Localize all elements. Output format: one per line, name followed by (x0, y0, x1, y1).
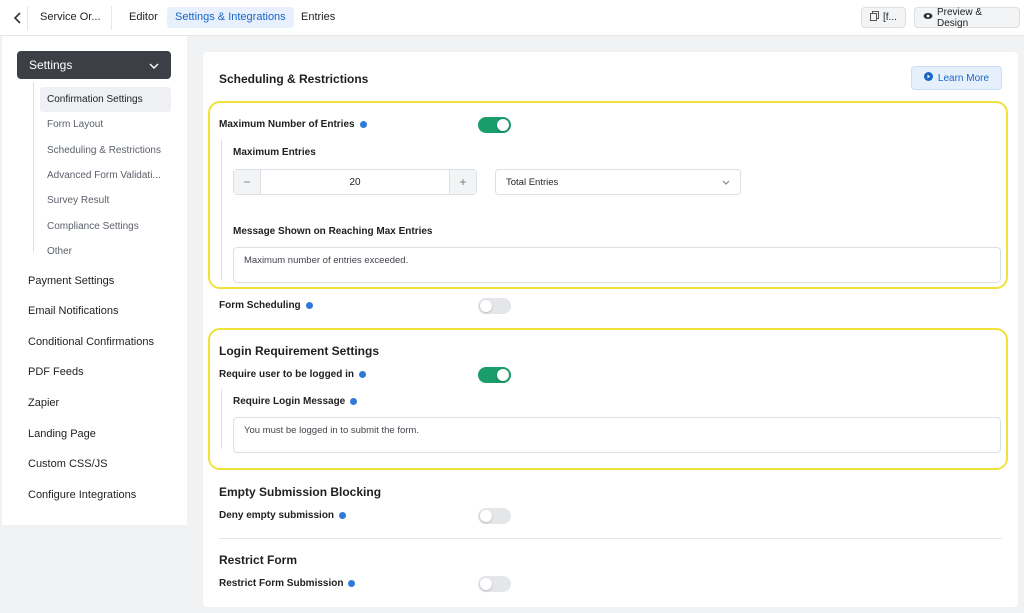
sidebar-item-payment-settings[interactable]: Payment Settings (28, 275, 114, 287)
empty-section-title: Empty Submission Blocking (219, 485, 382, 499)
sidebar-item-scheduling-restrictions[interactable]: Scheduling & Restrictions (40, 138, 171, 163)
sidebar-item-pdf-feeds[interactable]: PDF Feeds (28, 366, 84, 378)
toggle-knob (480, 578, 492, 590)
sidebar-item-email-notifications[interactable]: Email Notifications (28, 305, 118, 317)
restrict-section-title: Restrict Form (219, 553, 298, 567)
learn-more-label: Learn More (937, 72, 990, 84)
sidebar-item-zapier[interactable]: Zapier (28, 397, 59, 409)
copy-icon (870, 11, 879, 24)
sidebar-item-confirmation-settings[interactable]: Confirmation Settings (40, 87, 171, 112)
highlight-login-requirement (208, 328, 1008, 470)
top-bar: Service Or... Editor Settings & Integrat… (0, 0, 1024, 36)
sidebar-item-other[interactable]: Other (40, 239, 171, 264)
sidebar-item-form-layout[interactable]: Form Layout (40, 112, 171, 137)
form-scheduling-label: Form Scheduling (219, 300, 313, 311)
toggle-knob (480, 510, 492, 522)
tab-editor[interactable]: Editor (121, 7, 166, 28)
highlight-max-entries (208, 101, 1008, 289)
deny-empty-toggle[interactable] (478, 508, 511, 524)
sidebar-item-advanced-validation[interactable]: Advanced Form Validati... (40, 163, 171, 188)
restrict-submission-label: Restrict Form Submission (219, 578, 356, 589)
sidebar-item-compliance-settings[interactable]: Compliance Settings (40, 214, 171, 239)
divider (27, 6, 28, 30)
learn-more-button[interactable]: Learn More (911, 66, 1002, 90)
preview-label: Preview & Design (937, 6, 983, 29)
info-icon[interactable] (339, 512, 347, 519)
restrict-submission-toggle[interactable] (478, 576, 511, 592)
shortcode-label: [f... (883, 12, 897, 23)
restrict-submission-text: Restrict Form Submission (219, 578, 344, 589)
deny-empty-text: Deny empty submission (219, 510, 335, 521)
eye-icon (923, 12, 933, 23)
info-icon[interactable] (348, 580, 356, 587)
back-arrow-icon[interactable] (8, 9, 28, 27)
form-name[interactable]: Service Or... (40, 11, 101, 23)
sidebar-item-survey-result[interactable]: Survey Result (40, 188, 171, 213)
divider (219, 538, 1002, 539)
form-scheduling-toggle[interactable] (478, 298, 511, 314)
toggle-knob (480, 300, 492, 312)
sidebar-item-landing-page[interactable]: Landing Page (28, 428, 96, 440)
info-icon[interactable] (305, 302, 313, 309)
sidebar-item-custom-css-js[interactable]: Custom CSS/JS (28, 458, 107, 470)
chevron-down-icon (149, 58, 159, 72)
settings-sidebar: Settings Confirmation Settings Form Layo… (2, 36, 187, 525)
tab-settings-integrations[interactable]: Settings & Integrations (167, 7, 294, 28)
tab-entries[interactable]: Entries (293, 7, 343, 28)
sidebar-item-configure-integrations[interactable]: Configure Integrations (28, 489, 136, 501)
settings-label: Settings (29, 58, 73, 72)
form-scheduling-text: Form Scheduling (219, 300, 301, 311)
page-title: Scheduling & Restrictions (219, 72, 369, 86)
divider (111, 6, 112, 30)
deny-empty-label: Deny empty submission (219, 510, 347, 521)
preview-design-button[interactable]: Preview & Design (914, 6, 1020, 29)
settings-dropdown[interactable]: Settings (17, 51, 171, 79)
sidebar-item-conditional-confirmations[interactable]: Conditional Confirmations (28, 336, 154, 348)
tree-line (33, 82, 34, 252)
shortcode-button[interactable]: [f... (861, 7, 906, 28)
play-circle-icon (923, 72, 933, 84)
